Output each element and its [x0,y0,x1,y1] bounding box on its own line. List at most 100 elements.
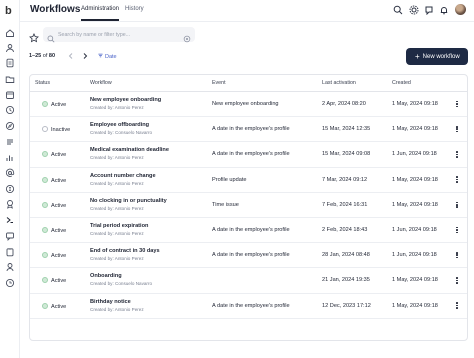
help-icon[interactable] [424,5,434,15]
workflow-creator: Created by: Antonio Perez [90,155,144,161]
status-dot-icon [42,151,48,158]
gear-icon[interactable] [409,5,419,15]
bell-icon[interactable] [439,5,449,15]
search-icon[interactable] [393,5,403,15]
table-row[interactable]: Active Trial period expiration Created by:… [30,218,467,244]
document-icon[interactable] [5,58,15,68]
created-cell: 1 May, 2024 09:18 [392,176,438,183]
new-workflow-button[interactable]: + New workflow [406,48,468,65]
sidebar: b [0,0,20,358]
table-row[interactable]: Active Medical examination deadline Create… [30,142,467,168]
compass-icon[interactable] [5,121,15,131]
status-dot-icon [42,252,48,259]
payroll-icon[interactable] [5,184,15,194]
event-cell: A date in the employee's profile [212,227,290,233]
workflow-name[interactable]: Trial period expiration [90,223,148,229]
table-row[interactable]: Active Onboarding Created by: Consuelo Nav… [30,268,467,294]
more-options-icon[interactable] [455,302,459,311]
workflow-name[interactable]: Birthday notice [90,299,131,305]
workflow-icon[interactable] [2,212,18,228]
people-icon[interactable] [5,43,15,53]
home-icon[interactable] [5,28,15,38]
last-activation-cell: 7 Mar, 2024 09:12 [322,176,368,183]
filter-icon[interactable] [183,30,191,43]
status-badge: Active [42,101,66,108]
status-dot-icon [42,227,48,233]
workflow-name[interactable]: End of contract in 30 days [90,248,160,254]
app-logo[interactable]: b [5,5,16,17]
status-badge: Active [42,277,66,284]
folder-icon[interactable] [5,74,15,84]
event-cell: Time issue [212,201,239,208]
more-options-icon[interactable] [455,125,459,134]
status-badge: Active [42,201,67,209]
created-cell: 1 May, 2024 09:18 [392,101,438,107]
workflows-table: Status Workflow Event Last activation Cr… [29,74,468,341]
workflow-creator: Created by: Antonio Perez [90,180,144,186]
checklist-icon[interactable] [5,137,15,147]
table-row[interactable]: Active No clocking in or punctuality Creat… [30,193,467,218]
column-status[interactable]: Status [35,80,50,86]
workflow-name[interactable]: Onboarding [90,273,122,279]
search-box [43,27,195,43]
last-activation-cell: 2 Apr, 2024 08:20 [322,101,366,107]
sort-by-date-button[interactable]: Date [97,52,117,60]
sort-icon [98,53,103,58]
created-cell: 1 May, 2024 09:18 [392,201,438,208]
at-icon[interactable] [5,168,15,178]
more-options-icon[interactable] [455,251,459,260]
workflow-name[interactable]: No clocking in or punctuality [90,198,167,204]
column-last-activation[interactable]: Last activation [322,80,356,86]
column-workflow[interactable]: Workflow [90,80,112,86]
column-created[interactable]: Created [392,80,411,86]
last-activation-cell: 15 Mar, 2024 09:08 [322,151,371,158]
workflow-name[interactable]: Account number change [90,173,156,179]
last-activation-cell: 12 Dec, 2023 17:12 [322,302,371,309]
more-options-icon[interactable] [455,176,459,185]
last-activation-cell: 15 Mar, 2024 12:35 [322,126,371,133]
workflow-name[interactable]: Employee offboarding [90,122,149,128]
pager-of: of [42,53,48,59]
status-dot-icon [42,176,48,183]
more-options-icon[interactable] [455,100,459,109]
status-dot-icon [42,277,48,284]
workflow-creator: Created by: Antonio Perez [90,231,144,236]
table-row[interactable]: Active End of contract in 30 days Created … [30,243,467,269]
clock-icon[interactable] [5,105,15,115]
more-options-icon[interactable] [455,276,459,285]
workflow-name[interactable]: New employee onboarding [90,97,161,103]
more-options-icon[interactable] [455,226,459,235]
workflow-creator: Created by: Antonio Perez [90,256,144,262]
status-label: Inactive [51,127,71,134]
column-event[interactable]: Event [212,80,226,86]
new-workflow-label: New workflow [422,54,460,60]
tab-history[interactable]: History [125,6,144,12]
more-options-icon[interactable] [455,201,459,210]
message-icon[interactable] [5,231,15,241]
next-page-button[interactable] [80,51,90,61]
search-input[interactable] [58,28,178,41]
clipboard-icon[interactable] [5,247,15,257]
prev-page-button[interactable] [66,51,76,61]
tab-administration[interactable]: Administration [81,6,120,21]
award-icon[interactable] [5,199,15,209]
status-label: Active [51,102,67,108]
status-label: Active [51,177,67,184]
chart-icon[interactable] [5,153,15,163]
table-row[interactable]: Active New employee onboarding Created by:… [30,92,467,118]
avatar[interactable] [455,4,466,15]
workflow-name[interactable]: Medical examination deadline [90,147,169,153]
table-row[interactable]: Active Account number change Created by: A… [30,168,467,193]
status-badge: Active [42,176,67,184]
workflow-creator: Created by: Antonio Perez [90,306,144,312]
table-row[interactable]: Active Birthday notice Created by: Antonio… [30,294,467,319]
calendar-icon[interactable] [5,90,15,100]
table-row[interactable]: Inactive Employee offboarding Created by: … [30,117,467,143]
star-icon[interactable] [29,30,39,43]
more-options-icon[interactable] [455,150,459,159]
history-icon[interactable] [5,278,15,288]
workflow-creator: Created by: Antonio Perez [90,205,144,211]
user-icon[interactable] [5,262,15,272]
status-label: Active [51,202,67,209]
status-badge: Active [42,227,66,234]
